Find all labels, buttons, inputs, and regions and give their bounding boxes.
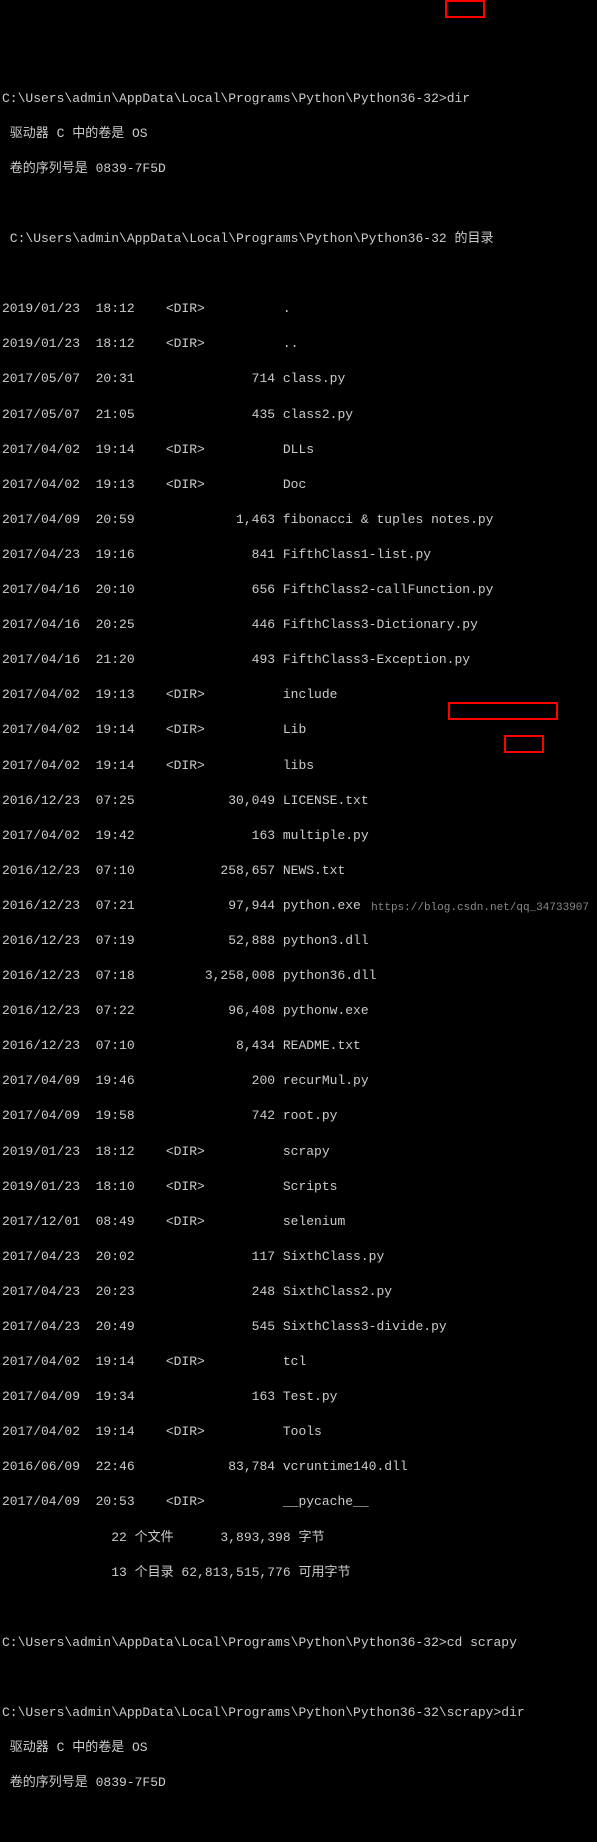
dir-entry: 2017/04/16 20:25 446 FifthClass3-Diction…: [2, 616, 595, 634]
command[interactable]: dir: [447, 91, 470, 106]
dir-entry: 2017/04/02 19:14 <DIR> Lib: [2, 721, 595, 739]
dir-entry: 2016/12/23 07:18 3,258,008 python36.dll: [2, 967, 595, 985]
dir-entry: 2017/12/01 08:49 <DIR> selenium: [2, 1213, 595, 1231]
summary-dirs: 13 个目录 62,813,515,776 可用字节: [2, 1564, 595, 1582]
highlight-box-dir1: [445, 0, 485, 18]
dir-entry: 2017/04/16 21:20 493 FifthClass3-Excepti…: [2, 651, 595, 669]
watermark: https://blog.csdn.net/qq_34733907: [371, 901, 589, 916]
command[interactable]: dir: [501, 1705, 524, 1720]
dir-entry: 2017/04/02 19:13 <DIR> Doc: [2, 476, 595, 494]
volume-line: 驱动器 C 中的卷是 OS: [2, 125, 595, 143]
dir-entry: 2017/04/09 19:34 163 Test.py: [2, 1388, 595, 1406]
prompt-path: C:\Users\admin\AppData\Local\Programs\Py…: [2, 1705, 501, 1720]
prompt-path: C:\Users\admin\AppData\Local\Programs\Py…: [2, 1635, 447, 1650]
dir-entry: 2016/12/23 07:10 8,434 README.txt: [2, 1037, 595, 1055]
dir-entry: 2017/05/07 20:31 714 class.py: [2, 370, 595, 388]
dir-entry: 2019/01/23 18:12 <DIR> .: [2, 300, 595, 318]
directory-of-line: C:\Users\admin\AppData\Local\Programs\Py…: [2, 230, 595, 248]
dir-entry: 2017/04/23 20:02 117 SixthClass.py: [2, 1248, 595, 1266]
dir-entry: 2017/05/07 21:05 435 class2.py: [2, 406, 595, 424]
dir-entry: 2017/04/23 20:23 248 SixthClass2.py: [2, 1283, 595, 1301]
dir-entry: 2017/04/09 20:53 <DIR> __pycache__: [2, 1493, 595, 1511]
dir-entry: 2019/01/23 18:12 <DIR> ..: [2, 335, 595, 353]
dir-entry: 2017/04/02 19:14 <DIR> Tools: [2, 1423, 595, 1441]
summary-files: 22 个文件 3,893,398 字节: [2, 1529, 595, 1547]
terminal-output: C:\Users\admin\AppData\Local\Programs\Py…: [2, 72, 595, 1842]
dir-entry: 2017/04/02 19:13 <DIR> include: [2, 686, 595, 704]
dir-entry: 2017/04/23 19:16 841 FifthClass1-list.py: [2, 546, 595, 564]
volume-line: 驱动器 C 中的卷是 OS: [2, 1739, 595, 1757]
dir-entry: 2016/12/23 07:10 258,657 NEWS.txt: [2, 862, 595, 880]
dir-entry: 2017/04/09 20:59 1,463 fibonacci & tuple…: [2, 511, 595, 529]
dir-entry: 2016/06/09 22:46 83,784 vcruntime140.dll: [2, 1458, 595, 1476]
serial-line: 卷的序列号是 0839-7F5D: [2, 1774, 595, 1792]
dir-entry: 2016/12/23 07:19 52,888 python3.dll: [2, 932, 595, 950]
dir-entry: 2017/04/02 19:42 163 multiple.py: [2, 827, 595, 845]
prompt-path: C:\Users\admin\AppData\Local\Programs\Py…: [2, 91, 447, 106]
dir-entry: 2017/04/16 20:10 656 FifthClass2-callFun…: [2, 581, 595, 599]
dir-entry: 2016/12/23 07:22 96,408 pythonw.exe: [2, 1002, 595, 1020]
dir-entry: 2017/04/09 19:58 742 root.py: [2, 1107, 595, 1125]
dir-entry: 2019/01/23 18:12 <DIR> scrapy: [2, 1143, 595, 1161]
dir-entry: 2016/12/23 07:25 30,049 LICENSE.txt: [2, 792, 595, 810]
dir-entry: 2017/04/02 19:14 <DIR> tcl: [2, 1353, 595, 1371]
dir-entry: 2019/01/23 18:10 <DIR> Scripts: [2, 1178, 595, 1196]
dir-entry: 2017/04/02 19:14 <DIR> DLLs: [2, 441, 595, 459]
dir-entry: 2017/04/23 20:49 545 SixthClass3-divide.…: [2, 1318, 595, 1336]
dir-entry: 2017/04/02 19:14 <DIR> libs: [2, 757, 595, 775]
dir-entry: 2017/04/09 19:46 200 recurMul.py: [2, 1072, 595, 1090]
command[interactable]: cd scrapy: [447, 1635, 517, 1650]
serial-line: 卷的序列号是 0839-7F5D: [2, 160, 595, 178]
